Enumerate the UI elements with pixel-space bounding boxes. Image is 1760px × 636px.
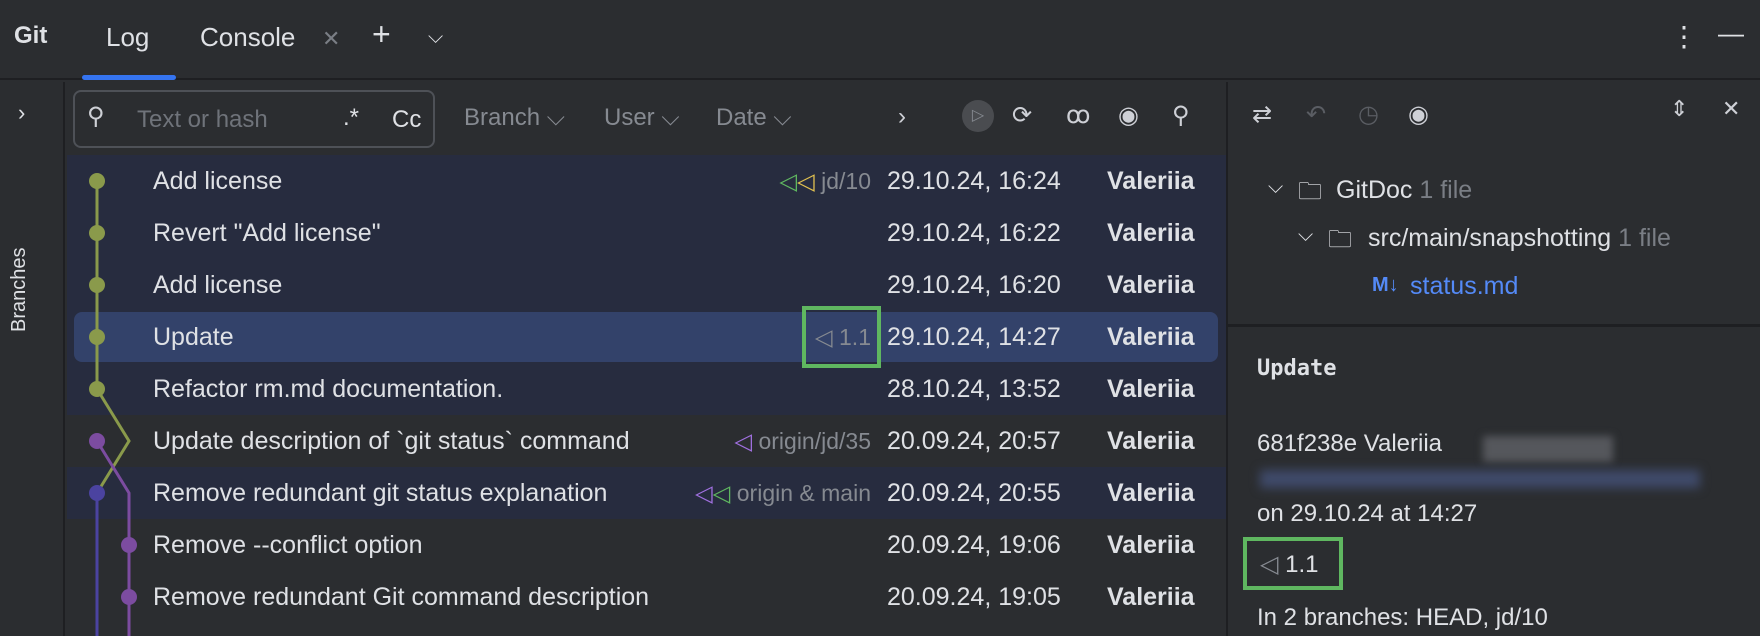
more-options-icon[interactable]: ⋮ [1670,20,1698,53]
commit-date: 20.09.24, 20:57 [887,427,1061,455]
tag-icon: ◁ [734,428,753,454]
commit-author: Valeriia [1107,479,1195,507]
folder-icon: 🗀 [1328,226,1352,253]
eye-icon[interactable]: ◉ [1408,100,1429,129]
expand-all-icon[interactable]: ⇕ [1670,96,1688,122]
add-tab-icon[interactable]: + [372,16,391,53]
divider [1228,324,1760,327]
redacted-email [1260,470,1700,488]
date-filter[interactable]: Date ⌵ [716,104,792,132]
minimize-icon[interactable]: — [1718,18,1744,49]
branch-label[interactable]: ◁ origin/jd/35 [734,415,871,467]
commit-author: Valeriia [1107,167,1195,195]
tag-icon: ◁ [694,480,713,506]
cherry-pick-icon[interactable]: ꝏ [1066,101,1090,130]
commit-date: 20.09.24, 19:06 [887,531,1061,559]
branch-label[interactable]: ◁◁ origin & main [695,467,871,519]
commit-author: Valeriia [1107,271,1195,299]
commit-subject: Remove redundant Git command description [153,583,650,611]
chevron-right-icon[interactable]: › [898,103,906,131]
tree-folder[interactable]: src/main/snapshotting 1 file [1368,224,1671,253]
commit-author: Valeriia [1107,323,1195,351]
tree-root[interactable]: GitDoc 1 file [1336,176,1472,205]
tag-icon: ◁ [1260,551,1279,578]
ref-name: origin/jd/35 [758,428,871,454]
history-icon[interactable]: ◷ [1358,100,1379,129]
tag-icon: ◁ [779,168,798,194]
commit-date: 20.09.24, 19:05 [887,583,1061,611]
commit-date: 29.10.24, 16:20 [887,271,1061,299]
folder-name: src/main/snapshotting [1368,224,1612,252]
chevron-down-icon[interactable]: ⌵ [1268,176,1283,199]
tag-icon: ◁ [797,168,815,194]
commit-subject: Revert "Add license" [153,219,381,247]
branch-filter-label: Branch [464,104,541,131]
play-icon[interactable]: ▷ [962,100,994,132]
commit-date: 29.10.24, 16:22 [887,219,1061,247]
refresh-icon[interactable]: ⟳ [1012,101,1032,130]
close-tab-icon[interactable]: ✕ [322,26,340,52]
commit-author: Valeriia [1107,531,1195,559]
revert-icon[interactable]: ↶ [1306,100,1326,129]
commit-subject: Add license [153,167,283,195]
commit-subject: Refactor rm.md documentation. [153,375,504,403]
details-tag: ◁ 1.1 [1260,550,1319,579]
highlight-box [802,306,881,368]
collapse-diff-icon[interactable]: ⇄ [1252,100,1272,129]
details-date: on 29.10.24 at 14:27 [1257,500,1478,527]
commit-subject: Add license [153,271,283,299]
regex-toggle[interactable]: .* [343,104,359,132]
ref-name: origin & main [736,480,871,506]
commit-subject: Update [153,323,234,351]
chevron-down-icon[interactable]: ⌵ [1298,224,1313,247]
commit-date: 28.10.24, 13:52 [887,375,1061,403]
commit-author: Valeriia [1107,219,1195,247]
user-filter[interactable]: User ⌵ [604,104,680,132]
eye-icon[interactable]: ◉ [1118,101,1139,130]
commit-subject: Remove redundant git status explanation [153,479,608,507]
commit-author: Valeriia [1107,375,1195,403]
markdown-icon: M↓ [1372,274,1399,296]
commit-graph [89,173,137,636]
search-icon[interactable]: ⚲ [1172,101,1190,130]
root-name: GitDoc [1336,176,1413,204]
commit-subject: Update description of `git status` comma… [153,427,630,455]
branch-label[interactable]: ◁◁ jd/10 [779,155,871,207]
redacted-name [1483,436,1613,462]
module-folder-icon: 🗀 [1298,178,1322,205]
changed-file[interactable]: status.md [1410,272,1518,301]
commit-author: Valeriia [1107,427,1195,455]
chevron-down-icon[interactable]: ⌵ [428,26,443,49]
commit-author: Valeriia [1107,583,1195,611]
tag-icon: ◁ [712,480,731,506]
ref-name: jd/10 [821,168,871,194]
details-hash-author[interactable]: 681f238e Valeriia [1257,430,1442,458]
details-subject: Update [1257,356,1337,381]
details-branches: In 2 branches: HEAD, jd/10 [1257,604,1548,631]
tab-console[interactable]: Console [200,22,295,53]
user-filter-label: User [604,104,655,131]
branch-filter[interactable]: Branch ⌵ [464,104,565,132]
root-count: 1 file [1419,176,1473,204]
match-case-toggle[interactable]: Cc [392,106,421,134]
tool-window-header: Git Log Console ✕ + ⌵ ⋮ — [0,0,1760,80]
tag-name: 1.1 [1285,551,1319,578]
commit-date: 20.09.24, 20:55 [887,479,1061,507]
collapse-all-icon[interactable]: ✕ [1722,96,1740,122]
commit-subject: Remove --conflict option [153,531,423,559]
folder-count: 1 file [1618,224,1671,252]
commit-date: 29.10.24, 16:24 [887,167,1061,195]
commit-date: 29.10.24, 14:27 [887,323,1061,351]
date-filter-label: Date [716,104,767,131]
